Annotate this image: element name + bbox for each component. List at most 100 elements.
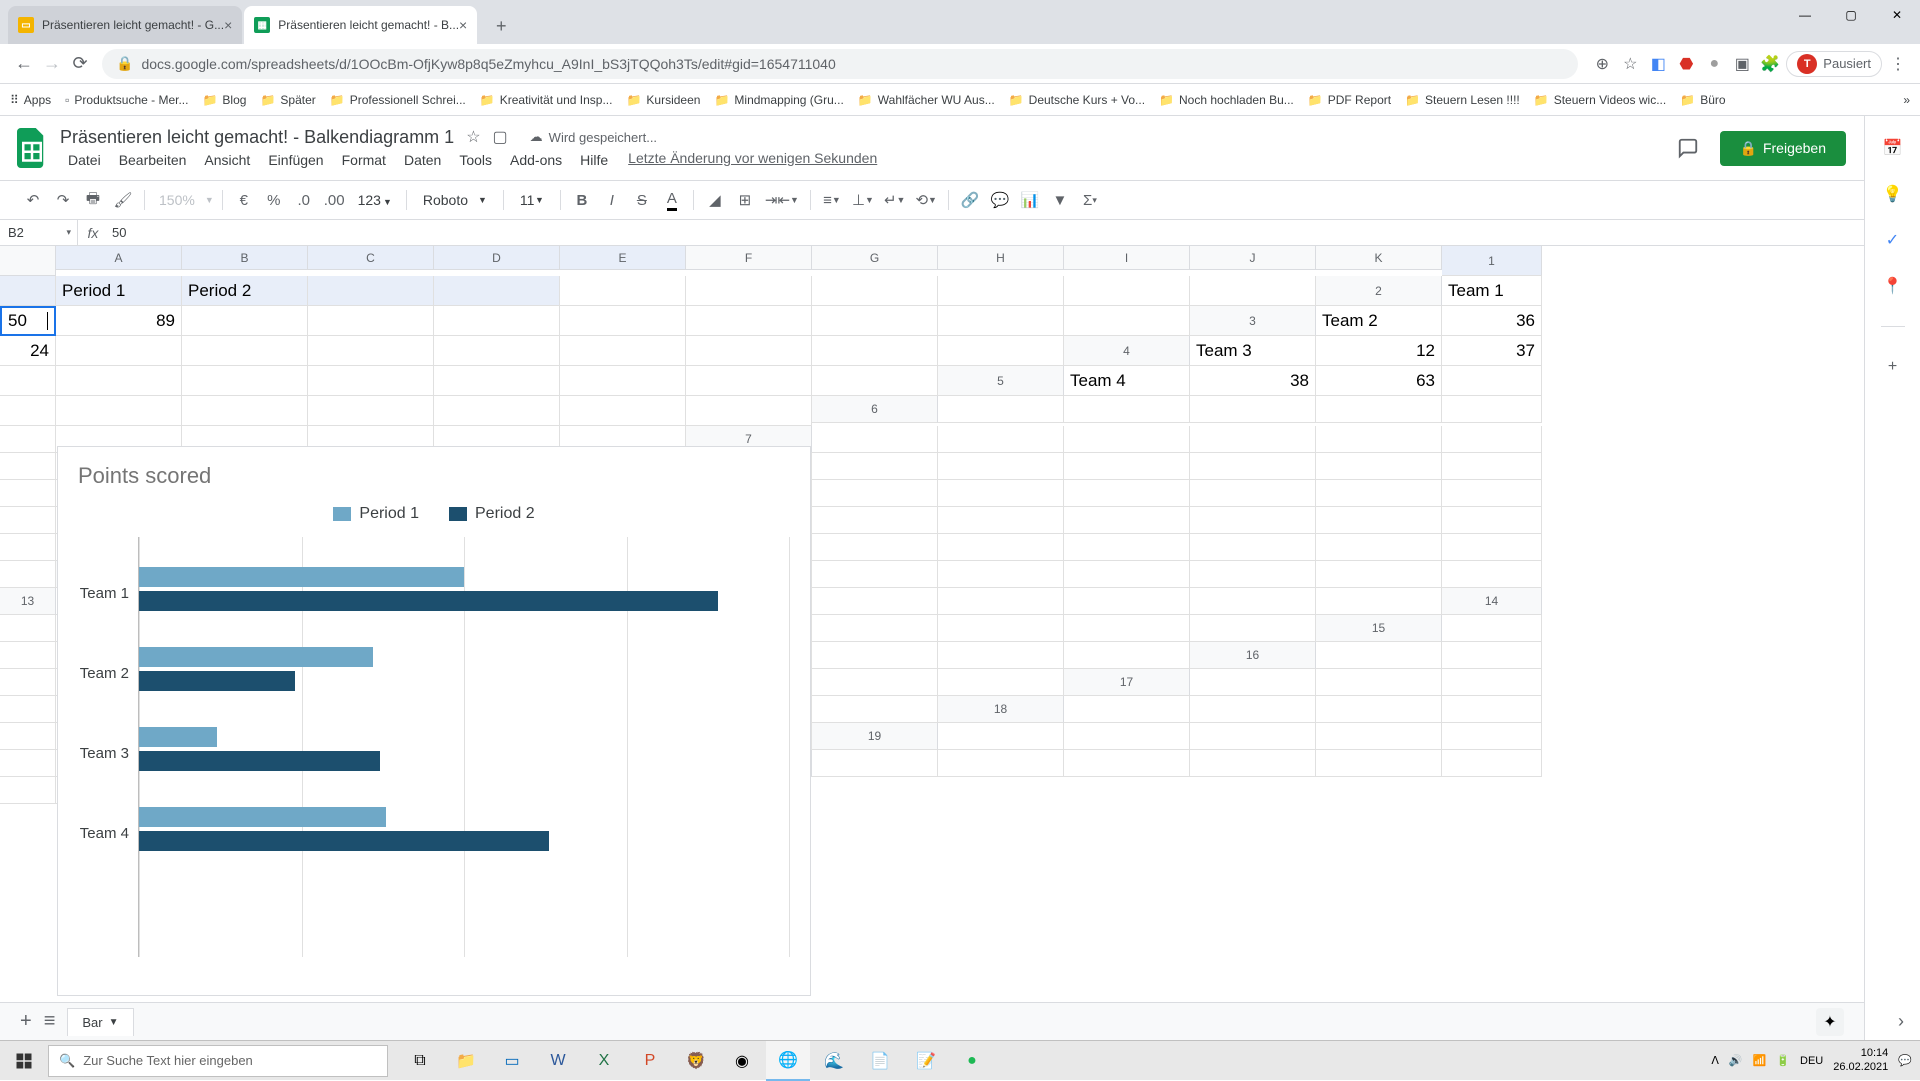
cell[interactable] bbox=[1442, 426, 1542, 453]
cell[interactable] bbox=[560, 306, 686, 336]
currency-button[interactable]: € bbox=[231, 187, 257, 213]
chrome-icon[interactable]: 🌐 bbox=[766, 1041, 810, 1081]
embedded-chart[interactable]: Points scored Period 1 Period 2 Team 1 T… bbox=[57, 446, 811, 996]
sheet-tab-bar-active[interactable]: Bar▼ bbox=[67, 1008, 133, 1036]
cell[interactable]: Team 3 bbox=[1190, 336, 1316, 366]
row-header[interactable]: 5 bbox=[938, 366, 1064, 396]
cell[interactable]: 36 bbox=[1442, 306, 1542, 336]
bold-button[interactable]: B bbox=[569, 187, 595, 213]
cell[interactable] bbox=[1064, 453, 1190, 480]
redo-button[interactable]: ↷ bbox=[50, 187, 76, 213]
bookmark-item[interactable]: 📁Blog bbox=[202, 93, 246, 107]
cell[interactable] bbox=[0, 396, 56, 426]
cell[interactable] bbox=[0, 642, 56, 669]
cell[interactable] bbox=[0, 561, 56, 588]
maximize-button[interactable]: ▢ bbox=[1828, 0, 1874, 30]
cell[interactable] bbox=[1442, 480, 1542, 507]
row-header[interactable]: 19 bbox=[812, 723, 938, 750]
filter-button[interactable]: ▼ bbox=[1047, 187, 1073, 213]
cell[interactable] bbox=[1190, 669, 1316, 696]
row-header[interactable]: 17 bbox=[1064, 669, 1190, 696]
row-header[interactable]: 14 bbox=[1442, 588, 1542, 615]
cell[interactable] bbox=[938, 276, 1064, 306]
cell[interactable] bbox=[0, 276, 56, 306]
cell[interactable] bbox=[812, 534, 938, 561]
close-tab-icon[interactable]: × bbox=[224, 17, 232, 33]
cell[interactable] bbox=[0, 750, 56, 777]
cell[interactable] bbox=[0, 696, 56, 723]
cell[interactable] bbox=[812, 453, 938, 480]
cell[interactable] bbox=[1064, 480, 1190, 507]
rotate-button[interactable]: ⟲▼ bbox=[912, 187, 940, 213]
column-header[interactable]: H bbox=[938, 246, 1064, 270]
bookmark-item[interactable]: 📁Mindmapping (Gru... bbox=[714, 93, 843, 107]
cell[interactable] bbox=[1316, 507, 1442, 534]
language-indicator[interactable]: DEU bbox=[1800, 1055, 1823, 1067]
cell[interactable] bbox=[1442, 723, 1542, 750]
notepad-icon[interactable]: 📝 bbox=[904, 1041, 948, 1081]
cell[interactable] bbox=[1190, 534, 1316, 561]
wrap-button[interactable]: ↵▼ bbox=[881, 187, 909, 213]
calendar-icon[interactable]: 📅 bbox=[1881, 136, 1905, 160]
cell[interactable] bbox=[938, 642, 1064, 669]
cell[interactable] bbox=[1442, 507, 1542, 534]
column-header[interactable]: G bbox=[812, 246, 938, 270]
row-header[interactable]: 4 bbox=[1064, 336, 1190, 366]
bookmark-item[interactable]: 📁Kursideen bbox=[626, 93, 700, 107]
cell[interactable] bbox=[1064, 615, 1190, 642]
tasks-icon[interactable]: ✓ bbox=[1881, 228, 1905, 252]
chart-button[interactable]: 📊 bbox=[1017, 187, 1043, 213]
cell[interactable] bbox=[938, 453, 1064, 480]
cell[interactable] bbox=[1316, 669, 1442, 696]
cell[interactable] bbox=[812, 507, 938, 534]
cell[interactable] bbox=[1442, 561, 1542, 588]
cell[interactable] bbox=[1064, 561, 1190, 588]
cell[interactable] bbox=[1316, 561, 1442, 588]
select-all-corner[interactable] bbox=[0, 246, 56, 276]
cell[interactable]: 38 bbox=[1190, 366, 1316, 396]
cell[interactable] bbox=[0, 480, 56, 507]
name-box[interactable]: B2 bbox=[0, 220, 78, 245]
reload-button[interactable]: ⟳ bbox=[66, 50, 94, 78]
menu-hilfe[interactable]: Hilfe bbox=[572, 150, 616, 170]
browser-tab-1[interactable]: ▦ Präsentieren leicht gemacht! - B... × bbox=[244, 6, 477, 44]
column-header[interactable]: B bbox=[182, 246, 308, 270]
cell[interactable] bbox=[1316, 534, 1442, 561]
cell[interactable] bbox=[1316, 588, 1442, 615]
link-button[interactable]: 🔗 bbox=[957, 187, 983, 213]
app-icon[interactable]: ▭ bbox=[490, 1041, 534, 1081]
column-header[interactable]: J bbox=[1190, 246, 1316, 270]
profile-paused[interactable]: T Pausiert bbox=[1786, 51, 1882, 77]
cell[interactable] bbox=[182, 306, 308, 336]
fill-color-button[interactable]: ◢ bbox=[702, 187, 728, 213]
cell[interactable]: Period 2 bbox=[182, 276, 308, 306]
bookmark-item[interactable]: 📁Professionell Schrei... bbox=[330, 93, 466, 107]
volume-icon[interactable]: 🔊 bbox=[1729, 1054, 1743, 1067]
cell[interactable] bbox=[812, 642, 938, 669]
cell[interactable] bbox=[182, 396, 308, 426]
cell[interactable]: Period 1 bbox=[56, 276, 182, 306]
cell[interactable] bbox=[686, 366, 812, 396]
edge-icon[interactable]: 🌊 bbox=[812, 1041, 856, 1081]
cell[interactable] bbox=[812, 336, 938, 366]
cell[interactable] bbox=[1064, 396, 1190, 423]
word-icon[interactable]: W bbox=[536, 1041, 580, 1081]
bookmark-item[interactable]: 📁PDF Report bbox=[1308, 93, 1391, 107]
bookmark-item[interactable]: 📁Büro bbox=[1680, 93, 1725, 107]
bookmark-item[interactable]: 📁Deutsche Kurs + Vo... bbox=[1009, 93, 1145, 107]
cell[interactable] bbox=[938, 561, 1064, 588]
cell[interactable] bbox=[0, 507, 56, 534]
cell[interactable] bbox=[1190, 588, 1316, 615]
cell[interactable] bbox=[812, 696, 938, 723]
url-input[interactable]: 🔒 docs.google.com/spreadsheets/d/1OOcBm-… bbox=[102, 49, 1578, 79]
format-select[interactable]: 123▼ bbox=[352, 192, 398, 208]
ext2-icon[interactable]: ● bbox=[1702, 52, 1726, 76]
active-cell-b2[interactable]: 50 bbox=[0, 306, 56, 336]
browser-tab-0[interactable]: ▭ Präsentieren leicht gemacht! - G... × bbox=[8, 6, 242, 44]
cell[interactable] bbox=[56, 366, 182, 396]
bookmark-item[interactable]: 📁Steuern Lesen !!!! bbox=[1405, 93, 1520, 107]
back-button[interactable]: ← bbox=[10, 50, 38, 78]
cell[interactable] bbox=[812, 366, 938, 396]
undo-button[interactable]: ↶ bbox=[20, 187, 46, 213]
cell[interactable]: Team 1 bbox=[1442, 276, 1542, 306]
